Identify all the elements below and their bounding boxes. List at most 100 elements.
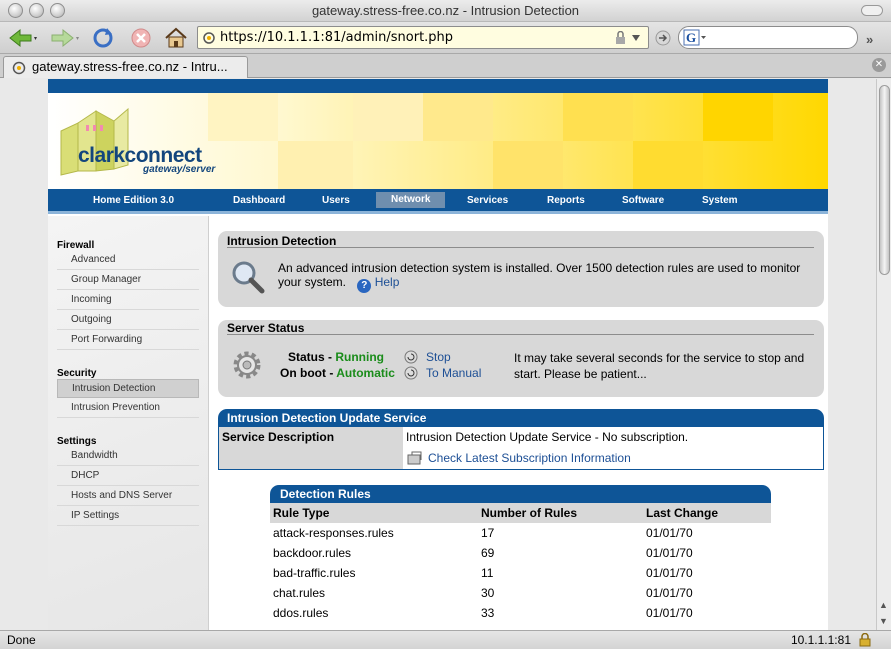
nav-underline [48, 211, 828, 214]
table-row: backdoor.rules 69 01/01/70 [270, 543, 771, 563]
nav-services[interactable]: Services [467, 195, 508, 206]
forward-button[interactable] [48, 25, 80, 51]
close-tab-icon[interactable]: ✕ [872, 58, 886, 72]
rule-count: 69 [481, 546, 495, 560]
help-link[interactable]: Help [375, 275, 400, 289]
tab-site-icon [12, 61, 26, 75]
home-icon [165, 27, 187, 48]
main-nav: Home Edition 3.0 Dashboard Users Network… [48, 189, 828, 211]
window-title: gateway.stress-free.co.nz - Intrusion De… [311, 3, 580, 18]
sidebar-item-intrusion-detection[interactable]: Intrusion Detection [57, 379, 199, 398]
google-search-icon: G [683, 29, 706, 46]
nav-dashboard[interactable]: Dashboard [233, 195, 285, 206]
rule-date: 01/01/70 [646, 566, 693, 580]
to-manual-link[interactable]: To Manual [426, 366, 481, 380]
browser-toolbar: https://10.1.1.1:81/admin/snort.php G » [0, 22, 891, 54]
clarkconnect-logo-icon [60, 107, 129, 176]
page-top-bar [48, 79, 828, 93]
sidebar-item-ip-settings[interactable]: IP Settings [57, 507, 199, 526]
sidebar-item-port-forwarding[interactable]: Port Forwarding [57, 331, 199, 350]
intro-title: Intrusion Detection [227, 234, 337, 248]
service-description-value: Intrusion Detection Update Service - No … [406, 430, 689, 444]
intro-text: An advanced intrusion detection system i… [278, 261, 801, 289]
sidebar-item-dhcp[interactable]: DHCP [57, 467, 199, 486]
server-status-panel: Server Status Status - Running On boot -… [218, 320, 824, 397]
rule-date: 01/01/70 [646, 546, 693, 560]
logo-tagline: gateway/server [143, 164, 216, 175]
help-icon[interactable]: ? [357, 279, 372, 293]
rule-date: 01/01/70 [646, 606, 693, 620]
search-input[interactable]: G [678, 26, 858, 49]
status-text: Done [7, 633, 36, 647]
magnifier-icon [232, 261, 265, 294]
sidebar: Firewall Advanced Group Manager Incoming… [48, 216, 208, 630]
sidebar-item-group-manager[interactable]: Group Manager [57, 271, 199, 290]
col-number-of-rules: Number of Rules [481, 506, 578, 520]
rule-count: 11 [481, 566, 494, 580]
address-bar[interactable]: https://10.1.1.1:81/admin/snort.php [197, 26, 649, 49]
rule-date: 01/01/70 [646, 526, 693, 540]
edition-label: Home Edition 3.0 [93, 195, 175, 206]
site-banner: clarkconnect gateway/server [48, 93, 828, 189]
manual-action-icon [404, 366, 418, 380]
rule-type: bad-traffic.rules [273, 566, 356, 580]
scrollbar-thumb[interactable] [879, 85, 890, 275]
tab-bar: gateway.stress-free.co.nz - Intru... ✕ [0, 54, 891, 78]
reload-button[interactable] [90, 25, 116, 51]
tab-current[interactable]: gateway.stress-free.co.nz - Intru... [3, 56, 248, 78]
sidebar-item-incoming[interactable]: Incoming [57, 291, 199, 310]
lock-dropdown-icon[interactable] [614, 31, 644, 45]
gear-icon [233, 351, 261, 379]
boot-value: Automatic [336, 366, 395, 380]
nav-users[interactable]: Users [322, 195, 350, 206]
stop-link[interactable]: Stop [426, 350, 451, 364]
rule-count: 17 [481, 526, 495, 540]
sidebar-item-bandwidth[interactable]: Bandwidth [57, 447, 199, 466]
scroll-down-icon[interactable]: ▼ [879, 616, 888, 626]
vertical-scrollbar[interactable]: ▲ ▼ [876, 79, 891, 630]
nav-reports[interactable]: Reports [547, 195, 585, 206]
status-bar: Done 10.1.1.1:81 [0, 630, 891, 649]
col-rule-type: Rule Type [273, 506, 330, 520]
sidebar-item-hosts-dns[interactable]: Hosts and DNS Server [57, 487, 199, 506]
sidebar-item-outgoing[interactable]: Outgoing [57, 311, 199, 330]
stop-button[interactable] [128, 25, 154, 51]
stop-icon [131, 28, 151, 48]
detection-rules-table: Detection Rules Rule Type Number of Rule… [270, 485, 771, 623]
nav-network[interactable]: Network [376, 192, 446, 208]
url-text: https://10.1.1.1:81/admin/snort.php [220, 30, 454, 45]
rule-type: backdoor.rules [273, 546, 352, 560]
toolbar-toggle-button[interactable] [861, 5, 883, 16]
nav-system[interactable]: System [702, 195, 738, 206]
back-arrow-icon [9, 28, 37, 48]
check-subscription-link[interactable]: Check Latest Subscription Information [428, 451, 631, 465]
go-button[interactable] [653, 25, 673, 51]
detection-rules-title: Detection Rules [270, 485, 771, 503]
table-row: ddos.rules 33 01/01/70 [270, 603, 771, 623]
scroll-up-icon[interactable]: ▲ [879, 600, 888, 610]
tab-title: gateway.stress-free.co.nz - Intru... [32, 59, 228, 74]
status-value: Running [335, 350, 385, 364]
page-viewport: clarkconnect gateway/server Home Edition… [0, 79, 876, 630]
col-last-change: Last Change [646, 506, 719, 520]
nav-software[interactable]: Software [622, 195, 664, 206]
boot-label: On boot - [280, 366, 334, 380]
sidebar-section-security: Security [57, 368, 97, 379]
rule-count: 33 [481, 606, 495, 620]
sidebar-item-intrusion-prevention[interactable]: Intrusion Prevention [57, 399, 199, 418]
back-button[interactable] [6, 25, 38, 51]
server-status-title: Server Status [227, 321, 305, 335]
forward-arrow-icon [51, 28, 79, 48]
reload-icon [93, 28, 113, 48]
toolbar-overflow-icon[interactable]: » [866, 32, 873, 47]
sidebar-section-settings: Settings [57, 436, 97, 447]
home-button[interactable] [163, 25, 189, 51]
rule-type: attack-responses.rules [273, 526, 394, 540]
secure-lock-icon [859, 633, 871, 647]
update-service-panel: Intrusion Detection Update Service Servi… [218, 409, 824, 470]
rule-count: 30 [481, 586, 495, 600]
sidebar-item-advanced[interactable]: Advanced [57, 251, 199, 270]
rules-header-row: Rule Type Number of Rules Last Change [270, 503, 771, 523]
service-description-label: Service Description [219, 427, 403, 469]
intro-description: An advanced intrusion detection system i… [278, 261, 818, 293]
